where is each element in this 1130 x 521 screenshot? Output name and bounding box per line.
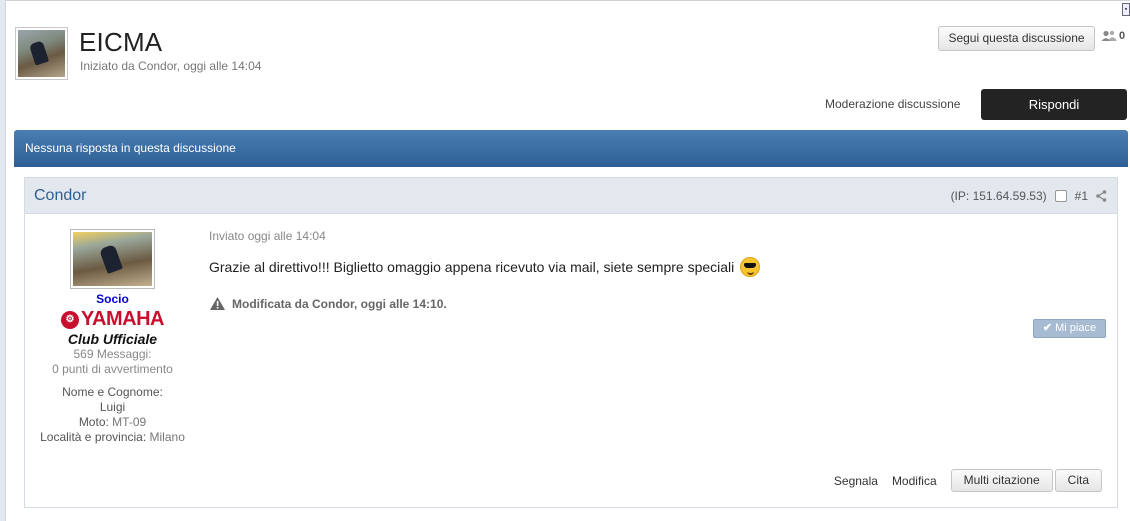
user-name-label: Nome e Cognome:: [62, 385, 163, 399]
post-body: Grazie al direttivo!!! Biglietto omaggio…: [209, 257, 761, 277]
post-text: Grazie al direttivo!!! Biglietto omaggio…: [209, 259, 735, 275]
yamaha-logo: ⚙ YAMAHA: [25, 308, 200, 331]
followers-count: 0: [1119, 30, 1126, 42]
quote-button[interactable]: Cita: [1054, 469, 1102, 492]
topic-meta: Iniziato da Condor, oggi alle 14:04: [80, 59, 262, 73]
post-actions: Segnala Modifica Multi citazione Cita: [834, 469, 1102, 492]
moderation-link[interactable]: Moderazione discussione: [825, 97, 960, 111]
page-title: EICMA: [79, 27, 163, 57]
like-label: Mi piace: [1055, 322, 1097, 334]
user-location-field: Località e provincia: Milano: [25, 430, 200, 445]
edit-link[interactable]: Modifica: [892, 474, 937, 488]
top-divider: [6, 0, 1130, 1]
post-author-link[interactable]: Condor: [34, 187, 86, 205]
user-name-value: Luigi: [99, 400, 126, 414]
check-icon: ✔: [1042, 322, 1053, 334]
warning-icon: [210, 297, 225, 310]
post-select-checkbox[interactable]: [1054, 190, 1067, 202]
user-location-label: Località e provincia:: [40, 430, 147, 444]
topic-starter-avatar[interactable]: [15, 27, 68, 80]
post-header: Condor (IP: 151.64.59.53) #1: [25, 178, 1117, 214]
followers-counter[interactable]: 0: [1101, 30, 1125, 42]
sunglasses-emoji-icon: [740, 257, 761, 277]
post-date: Inviato oggi alle 14:04: [209, 229, 326, 243]
user-location-value: Milano: [149, 430, 185, 444]
user-bike-label: Moto:: [78, 415, 109, 429]
replies-banner: Nessuna risposta in questa discussione: [14, 130, 1128, 167]
share-icon[interactable]: [1096, 190, 1107, 202]
post-number-link[interactable]: #1: [1075, 189, 1088, 203]
post-ip: (IP: 151.64.59.53): [950, 189, 1047, 203]
reply-button[interactable]: Rispondi: [981, 89, 1127, 120]
left-rail: [0, 0, 6, 521]
edit-note: Modificata da Condor, oggi alle 14:10.: [209, 296, 447, 311]
like-button[interactable]: ✔ Mi piace: [1033, 319, 1106, 338]
user-post-count: 569 Messaggi:: [73, 347, 152, 361]
report-link[interactable]: Segnala: [834, 474, 878, 488]
yamaha-emblem-icon: ⚙: [61, 310, 80, 329]
edit-note-text: Modificata da Condor, oggi alle 14:10.: [232, 296, 447, 311]
user-info-panel: Socio ⚙ YAMAHA Club Ufficiale 569 Messag…: [25, 214, 200, 445]
yamaha-brand: YAMAHA: [81, 308, 164, 330]
user-bike-field: Moto: MT-09: [25, 415, 200, 430]
multiquote-button[interactable]: Multi citazione: [950, 469, 1053, 492]
users-icon: [1101, 30, 1117, 41]
club-label: Club Ufficiale: [67, 331, 158, 347]
user-warnings: 0 punti di avvertimento: [52, 362, 173, 376]
user-rank: Socio: [96, 292, 129, 306]
user-bike-value: MT-09: [112, 415, 147, 429]
post: Condor (IP: 151.64.59.53) #1 Socio ⚙ YAM…: [24, 177, 1118, 508]
user-avatar[interactable]: [70, 229, 155, 289]
window-corner-icon[interactable]: ▪: [1122, 3, 1130, 16]
follow-thread-button[interactable]: Segui questa discussione: [938, 26, 1095, 51]
